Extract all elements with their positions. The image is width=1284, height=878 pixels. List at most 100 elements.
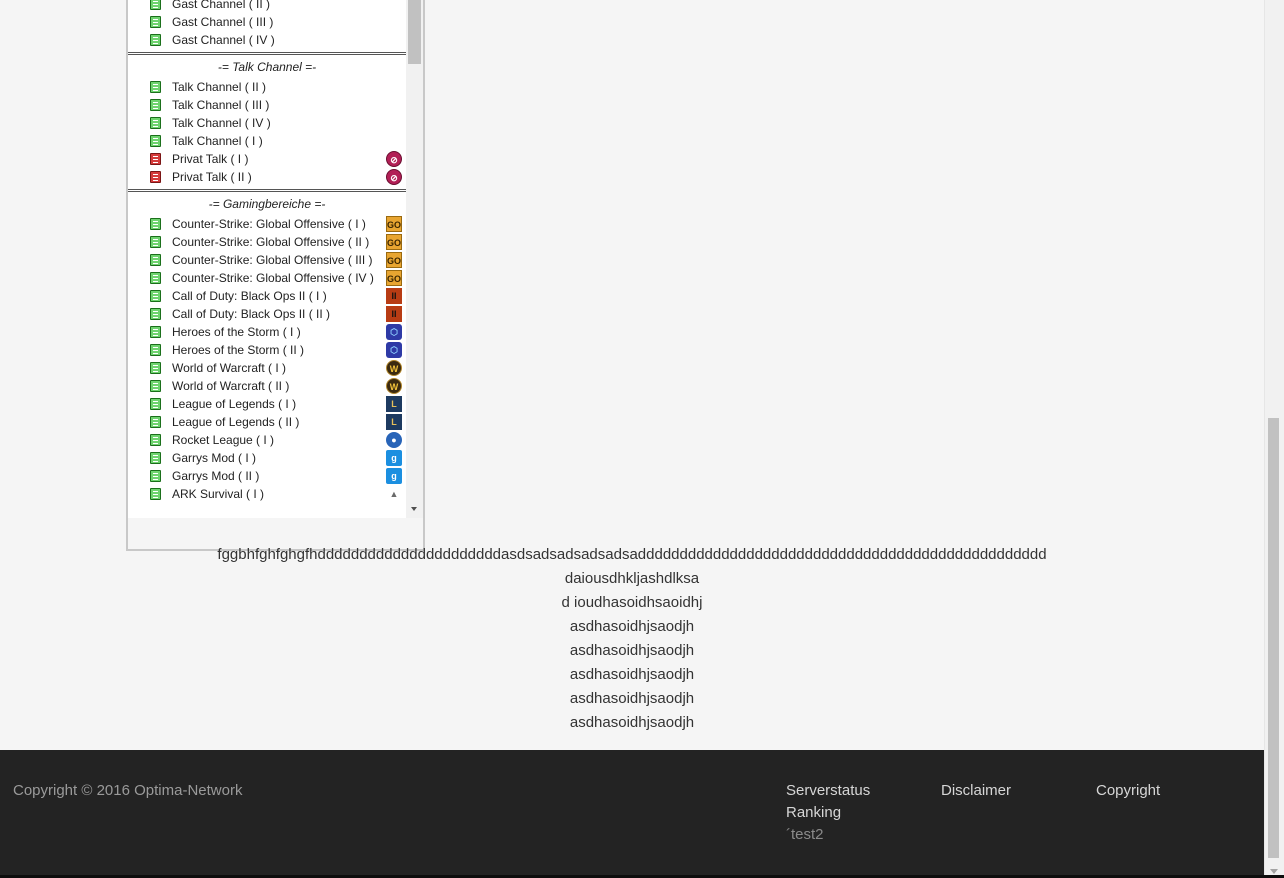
locked-channel-icon: [150, 153, 161, 165]
channel-row[interactable]: Talk Channel ( II ): [128, 78, 406, 96]
channel-row[interactable]: Garrys Mod ( I ) g: [128, 449, 406, 467]
lol-game-icon: L: [386, 414, 402, 430]
footer-link-disclaimer[interactable]: Disclaimer: [941, 782, 1011, 799]
channel-icon: [150, 117, 161, 129]
content-line: daiousdhkljashdlksa: [564, 570, 700, 587]
channel-row[interactable]: Gast Channel ( IV ): [128, 31, 406, 49]
footer-copyright: Copyright © 2016 Optima-Network: [13, 782, 243, 799]
channel-row[interactable]: Talk Channel ( I ): [128, 132, 406, 150]
channel-label: Talk Channel ( I ): [172, 134, 263, 148]
channel-row[interactable]: Counter-Strike: Global Offensive ( III )…: [128, 251, 406, 269]
channel-row[interactable]: Heroes of the Storm ( I ) ⬡: [128, 323, 406, 341]
channel-icon: [150, 380, 161, 392]
channel-icon: [150, 290, 161, 302]
content-line: asdhasoidhjsaodjh: [569, 714, 695, 731]
channel-row[interactable]: Counter-Strike: Global Offensive ( IV ) G…: [128, 269, 406, 287]
channel-icon: [150, 218, 161, 230]
channel-label: Rocket League ( I ): [172, 433, 275, 447]
csgo-game-icon: GO: [386, 216, 402, 232]
wow-game-icon: W: [386, 360, 402, 376]
channel-icon: [150, 488, 161, 500]
footer-link-ranking[interactable]: Ranking: [786, 804, 841, 821]
channel-row[interactable]: World of Warcraft ( II ) W: [128, 377, 406, 395]
channel-row[interactable]: Counter-Strike: Global Offensive ( I ) GO: [128, 215, 406, 233]
channel-label: Privat Talk ( I ): [172, 152, 249, 166]
channel-label: Heroes of the Storm ( I ): [172, 325, 301, 339]
channel-tree-scroll-down-arrow[interactable]: [411, 507, 417, 511]
footer-link-serverstatus[interactable]: Serverstatus: [786, 782, 870, 799]
channel-row[interactable]: Talk Channel ( IV ): [128, 114, 406, 132]
page-scrollbar[interactable]: [1264, 0, 1284, 878]
section-title[interactable]: -= Gamingbereiche =-: [128, 197, 406, 211]
channel-icon: [150, 16, 161, 28]
channel-icon: [150, 272, 161, 284]
content-line: d ioudhasoidhsaoidhj: [561, 594, 703, 611]
channel-label: ARK Survival ( I ): [172, 487, 265, 501]
channel-label: Call of Duty: Black Ops II ( II ): [172, 307, 331, 321]
channel-label: Call of Duty: Black Ops II ( I ): [172, 289, 327, 303]
section-title[interactable]: -= Talk Channel =-: [128, 60, 406, 74]
channel-row[interactable]: Privat Talk ( II ) ⊘: [128, 168, 406, 186]
channel-row[interactable]: League of Legends ( II ) L: [128, 413, 406, 431]
channel-label: World of Warcraft ( II ): [172, 379, 290, 393]
channel-icon: [150, 362, 161, 374]
channel-icon: [150, 81, 161, 93]
page-scrollbar-thumb[interactable]: [1268, 418, 1279, 858]
csgo-game-icon: GO: [386, 252, 402, 268]
channel-tree[interactable]: Gast Channel ( II ) Gast Channel ( III ) G…: [128, 0, 406, 518]
channel-icon: [150, 416, 161, 428]
channel-icon: [150, 308, 161, 320]
channel-label: Counter-Strike: Global Offensive ( I ): [172, 217, 366, 231]
channel-row[interactable]: Call of Duty: Black Ops II ( I ) II: [128, 287, 406, 305]
csgo-game-icon: GO: [386, 234, 402, 250]
channel-row[interactable]: World of Warcraft ( I ) W: [128, 359, 406, 377]
cod-game-icon: II: [386, 288, 402, 304]
channel-row[interactable]: Talk Channel ( III ): [128, 96, 406, 114]
channel-label: Heroes of the Storm ( II ): [172, 343, 305, 357]
channel-icon: [150, 254, 161, 266]
channel-row[interactable]: Privat Talk ( I ) ⊘: [128, 150, 406, 168]
channel-icon: [150, 398, 161, 410]
gmod-game-icon: g: [386, 450, 402, 466]
channel-label: Privat Talk ( II ): [172, 170, 252, 184]
channel-row[interactable]: League of Legends ( I ) L: [128, 395, 406, 413]
channel-icon: [150, 34, 161, 46]
channel-row[interactable]: ARK Survival ( I ) ▲: [128, 485, 406, 503]
channel-label: World of Warcraft ( I ): [172, 361, 287, 375]
channel-row[interactable]: Call of Duty: Black Ops II ( II ) II: [128, 305, 406, 323]
channel-label: Counter-Strike: Global Offensive ( II ): [172, 235, 370, 249]
section-separator: [128, 52, 406, 55]
channel-row[interactable]: Garrys Mod ( II ) g: [128, 467, 406, 485]
channel-icon: [150, 135, 161, 147]
channel-icon: [150, 452, 161, 464]
channel-row[interactable]: Rocket League ( I ) ●: [128, 431, 406, 449]
private-game-icon: ⊘: [386, 151, 402, 167]
channel-label: Garrys Mod ( II ): [172, 469, 260, 483]
channel-icon: [150, 344, 161, 356]
footer-link-copyright[interactable]: Copyright: [1096, 782, 1160, 799]
channel-icon: [150, 434, 161, 446]
channel-label: Gast Channel ( IV ): [172, 33, 275, 47]
channel-label: Garrys Mod ( I ): [172, 451, 257, 465]
channel-label: League of Legends ( I ): [172, 397, 297, 411]
footer-link-test2[interactable]: ´test2: [786, 826, 824, 843]
channel-tree-scrollbar-thumb[interactable]: [408, 0, 421, 64]
hots-game-icon: ⬡: [386, 324, 402, 340]
content-line: asdhasoidhjsaodjh: [569, 666, 695, 683]
channel-icon: [150, 236, 161, 248]
hots-game-icon: ⬡: [386, 342, 402, 358]
channel-label: Talk Channel ( II ): [172, 80, 267, 94]
site-footer: Copyright © 2016 Optima-Network Serverst…: [0, 750, 1264, 875]
section-separator: [128, 189, 406, 192]
channel-row[interactable]: Gast Channel ( III ): [128, 13, 406, 31]
channel-row[interactable]: Heroes of the Storm ( II ) ⬡: [128, 341, 406, 359]
csgo-game-icon: GO: [386, 270, 402, 286]
page-scroll-down-arrow[interactable]: [1270, 869, 1278, 874]
channel-label: Gast Channel ( II ): [172, 0, 271, 11]
channel-row[interactable]: Gast Channel ( II ): [128, 0, 406, 13]
lol-game-icon: L: [386, 396, 402, 412]
channel-label: Gast Channel ( III ): [172, 15, 274, 29]
channel-row[interactable]: Counter-Strike: Global Offensive ( II ) G…: [128, 233, 406, 251]
channel-tree-scrollbar[interactable]: [406, 0, 423, 518]
content-line: asdhasoidhjsaodjh: [569, 690, 695, 707]
